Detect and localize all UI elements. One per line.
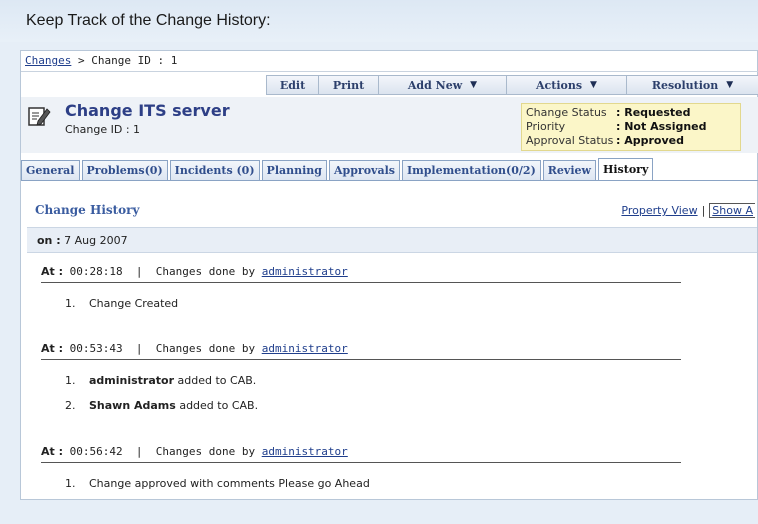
print-label: Print [332,78,365,92]
at-label: At : [41,342,63,355]
actions-button[interactable]: Actions ▼ [507,76,627,94]
item-text: added to CAB. [175,399,259,412]
priority-row: Priority : Not Assigned [526,120,736,134]
item-text: added to CAB. [174,374,257,387]
breadcrumb-separator: > [77,54,85,67]
print-button[interactable]: Print [319,76,379,94]
date-label: on : [37,234,61,247]
item-bold-text: administrator [89,374,175,387]
item-number: 1. [65,374,76,387]
at-label: At : [41,445,63,458]
tab-approvals[interactable]: Approvals [329,160,400,180]
breadcrumb-divider [21,71,758,72]
entry-divider [41,282,681,283]
add-new-button[interactable]: Add New ▼ [379,76,507,94]
breadcrumb-current: Change ID : 1 [91,54,178,67]
change-header: Change ITS server Change ID : 1 Change S… [21,97,758,153]
chevron-down-icon: ▼ [590,80,597,90]
history-item: 2. Shawn Adams added to CAB. [65,399,258,412]
breadcrumb: Changes > Change ID : 1 [25,54,177,67]
show-all-button[interactable]: Show A [709,203,755,218]
approval-status-row: Approval Status : Approved [526,134,736,148]
change-id: Change ID : 1 [65,123,141,136]
edit-document-icon [28,107,51,126]
item-text: Change Created [89,297,179,310]
entry-time: 00:56:42 [69,445,123,458]
tab-history[interactable]: History [597,158,654,180]
approval-status-label: Approval Status [526,134,614,147]
change-title: Change ITS server [65,101,230,120]
chevron-down-icon: ▼ [726,80,734,90]
change-history-heading: Change History [35,203,140,217]
user-link[interactable]: administrator [262,342,348,355]
history-item: 1. Change approved with comments Please g… [65,477,370,490]
tab-problems[interactable]: Problems(0) [81,160,168,180]
item-text: Change approved with comments Please go … [89,477,370,490]
approval-status-value: : Approved [616,134,684,147]
entry-divider [41,462,681,463]
chevron-down-icon: ▼ [470,80,478,90]
tab-incidents[interactable]: Incidents (0) [169,160,260,180]
entry-time: 00:53:43 [69,342,123,355]
item-number: 2. [65,399,76,412]
breadcrumb-changes-link[interactable]: Changes [25,54,71,67]
change-status-row: Change Status : Requested [526,106,736,120]
view-links: Property View | Show A [621,203,755,218]
status-box: Change Status : Requested Priority : Not… [521,103,741,151]
item-number: 1. [65,297,76,310]
edit-button[interactable]: Edit [267,76,319,94]
page-heading: Keep Track of the Change History: [26,12,271,29]
tab-planning[interactable]: Planning [261,160,327,180]
property-view-link[interactable]: Property View [621,204,697,217]
tab-review[interactable]: Review [542,160,596,180]
priority-label: Priority [526,120,566,133]
tab-bar: General Problems(0) Incidents (0) Planni… [21,158,758,181]
resolution-label: Resolution [651,78,719,92]
history-item: 1. Change Created [65,297,178,310]
change-status-label: Change Status [526,106,607,119]
entry-divider [41,359,681,360]
change-status-value: : Requested [616,106,691,119]
at-label: At : [41,265,63,278]
entry-time: 00:28:18 [69,265,123,278]
resolution-button[interactable]: Resolution ▼ [627,76,758,94]
item-number: 1. [65,477,76,490]
item-bold-text: Shawn Adams [89,399,176,412]
user-link[interactable]: administrator [262,265,348,278]
history-entry-header: At : 00:28:18 | Changes done by administ… [41,265,348,278]
user-link[interactable]: administrator [262,445,348,458]
toolbar: Edit Print Add New ▼ Actions ▼ Resolution ▼ [266,75,758,95]
history-date: 7 Aug 2007 [64,234,128,247]
priority-value: : Not Assigned [616,120,707,133]
change-panel: Changes > Change ID : 1 Edit Print Add N… [20,50,758,500]
actions-label: Actions [536,78,583,92]
changes-by-text: Changes done by [155,342,256,355]
tab-implementation[interactable]: Implementation(0/2) [401,160,541,180]
tab-general[interactable]: General [21,160,80,180]
view-links-separator: | [701,204,706,217]
history-entry-header: At : 00:53:43 | Changes done by administ… [41,342,348,355]
edit-label: Edit [279,78,306,92]
changes-by-text: Changes done by [155,445,256,458]
changes-by-text: Changes done by [155,265,256,278]
history-item: 1. administrator added to CAB. [65,374,256,387]
history-entry-header: At : 00:56:42 | Changes done by administ… [41,445,348,458]
history-date-bar: on : 7 Aug 2007 [27,227,757,253]
add-new-label: Add New [407,78,463,92]
